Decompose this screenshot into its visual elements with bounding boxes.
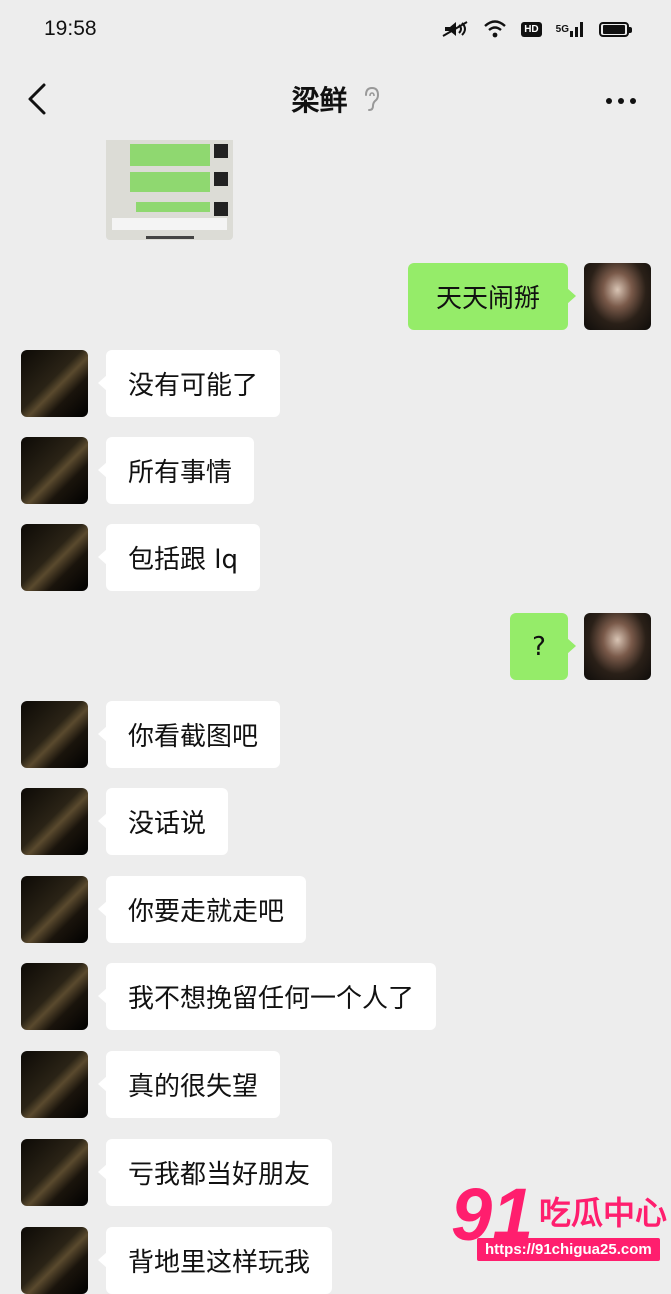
more-icon: [606, 98, 636, 104]
contact-avatar[interactable]: [21, 788, 88, 855]
received-message: 真的很失望: [0, 1051, 671, 1118]
status-icons: HD 5G: [441, 19, 632, 39]
message-bubble[interactable]: 天天闹掰: [408, 263, 576, 330]
contact-avatar[interactable]: [21, 437, 88, 504]
hd-badge: HD: [521, 21, 542, 37]
message-bubble[interactable]: 你要走就走吧: [97, 876, 307, 943]
message-bubble[interactable]: 我不想挽留任何一个人了: [97, 963, 437, 1030]
contact-avatar[interactable]: [21, 1227, 88, 1294]
back-button[interactable]: [20, 80, 54, 118]
message-bubble[interactable]: 没话说: [97, 788, 229, 855]
message-bubble[interactable]: 所有事情: [97, 437, 255, 504]
message-bubble[interactable]: 没有可能了: [97, 350, 281, 417]
contact-avatar[interactable]: [21, 701, 88, 768]
received-message: 我不想挽留任何一个人了: [0, 963, 671, 1030]
watermark-logo: 91 吃瓜中心 https://91chigua25.com: [451, 1178, 667, 1268]
self-avatar[interactable]: [584, 613, 651, 680]
message-bubble[interactable]: 背地里这样玩我: [97, 1227, 333, 1294]
battery-fill: [603, 24, 625, 34]
status-time: 19:58: [44, 17, 97, 40]
wifi-icon: [483, 19, 507, 39]
self-avatar[interactable]: [584, 263, 651, 330]
contact-avatar[interactable]: [21, 963, 88, 1030]
contact-avatar[interactable]: [21, 876, 88, 943]
contact-avatar[interactable]: [21, 1139, 88, 1206]
message-bubble[interactable]: 亏我都当好朋友: [97, 1139, 333, 1206]
chat-title: 梁鲜: [291, 84, 348, 117]
message-bubble[interactable]: 包括跟 lq: [98, 524, 260, 591]
received-message: 所有事情: [0, 437, 671, 504]
mute-icon: [441, 19, 469, 39]
screenshot-thumbnail: [106, 140, 233, 240]
contact-avatar[interactable]: [21, 350, 88, 417]
ear-icon: [362, 86, 380, 112]
contact-avatar[interactable]: [21, 1051, 88, 1118]
sent-message: 天天闹掰: [0, 263, 671, 330]
chat-title-group: 梁鲜: [291, 79, 379, 119]
received-message: 你看截图吧: [0, 701, 671, 768]
screenshot-image-message[interactable]: [106, 140, 233, 240]
watermark-text: 吃瓜中心: [539, 1194, 668, 1232]
battery-icon: [599, 21, 632, 37]
received-message: 你要走就走吧: [0, 876, 671, 943]
received-message: 没话说: [0, 788, 671, 855]
network-label: 5G: [555, 23, 569, 35]
contact-avatar[interactable]: [21, 524, 88, 591]
message-bubble[interactable]: 你看截图吧: [97, 701, 281, 768]
message-bubble[interactable]: ?: [510, 613, 576, 680]
received-message: 没有可能了: [0, 350, 671, 417]
sent-message: ?: [0, 613, 671, 680]
chevron-left-icon: [28, 83, 46, 115]
status-bar: 19:58 HD 5G: [0, 0, 671, 58]
watermark-url: https://91chigua25.com: [477, 1238, 660, 1261]
chat-header: 梁鲜: [0, 58, 671, 140]
5g-signal-icon: 5G: [556, 20, 585, 38]
message-bubble[interactable]: 真的很失望: [97, 1051, 281, 1118]
more-button[interactable]: [601, 86, 641, 116]
received-message: 包括跟 lq: [0, 524, 671, 591]
